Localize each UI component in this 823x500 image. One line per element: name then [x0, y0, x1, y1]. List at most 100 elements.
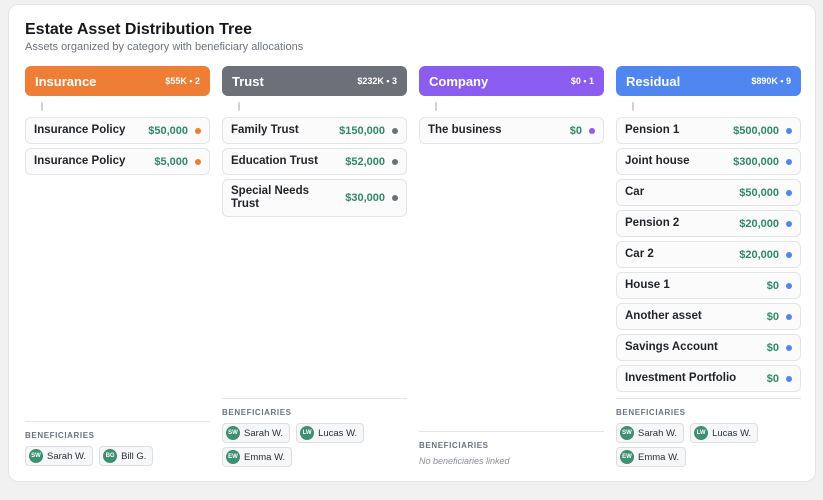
column-header-insurance[interactable]: Insurance $55K • 2	[25, 66, 210, 96]
asset-name: Car	[625, 186, 645, 198]
asset-name: Education Trust	[231, 155, 318, 167]
asset-item[interactable]: Pension 1 $500,000	[616, 117, 801, 144]
column-company: Company $0 • 1 The business $0 BENEFICIA…	[419, 66, 604, 471]
asset-name: Insurance Policy	[34, 155, 126, 167]
column-insurance: Insurance $55K • 2 Insurance Policy $50,…	[25, 66, 210, 471]
asset-item[interactable]: Special Needs Trust $30,000	[222, 179, 407, 217]
asset-item[interactable]: The business $0	[419, 117, 604, 144]
asset-list: The business $0	[419, 117, 604, 148]
beneficiaries-label: BENEFICIARIES	[222, 408, 292, 417]
asset-name: Insurance Policy	[34, 124, 126, 136]
avatar: SW	[620, 426, 634, 440]
category-dot-icon	[195, 127, 201, 134]
asset-item[interactable]: Another asset $0	[616, 303, 801, 330]
asset-item[interactable]: Family Trust $150,000	[222, 117, 407, 144]
avatar: LW	[300, 426, 315, 440]
asset-name: Family Trust	[231, 124, 299, 136]
asset-name: Pension 2	[625, 217, 680, 229]
avatar: SW	[226, 426, 240, 440]
beneficiary-chip[interactable]: LW Lucas W.	[296, 423, 365, 443]
beneficiary-name: Sarah W.	[47, 450, 87, 462]
asset-name: Car 2	[625, 248, 654, 260]
category-dot-icon	[786, 220, 792, 227]
beneficiary-name: Sarah W.	[244, 427, 284, 439]
category-dot-icon	[786, 344, 792, 351]
beneficiaries-section: BENEFICIARIES SW Sarah W. BG Bill G.	[25, 421, 210, 466]
beneficiary-chip[interactable]: LW Lucas W.	[690, 423, 759, 443]
asset-list: Pension 1 $500,000 Joint house $300,000 Ca…	[616, 117, 801, 396]
column-summary: $890K • 9	[751, 76, 791, 86]
asset-value: $500,000	[733, 124, 779, 137]
asset-name: The business	[428, 124, 502, 136]
asset-value: $5,000	[154, 155, 188, 168]
beneficiary-name: Lucas W.	[712, 427, 752, 439]
asset-name: Joint house	[625, 155, 690, 167]
avatar: EW	[620, 450, 634, 464]
asset-name: Special Needs Trust	[231, 185, 309, 210]
beneficiary-name: Sarah W.	[638, 427, 678, 439]
beneficiary-chip[interactable]: SW Sarah W.	[222, 423, 291, 443]
category-dot-icon	[786, 189, 792, 196]
no-beneficiaries-message: No beneficiaries linked	[419, 456, 510, 466]
column-name: Trust	[232, 73, 264, 89]
beneficiary-chip[interactable]: SW Sarah W.	[616, 423, 685, 443]
beneficiary-name: Bill G.	[121, 450, 147, 462]
asset-item[interactable]: Savings Account $0	[616, 334, 801, 361]
category-dot-icon	[392, 158, 398, 165]
asset-name: Investment Portfolio	[625, 372, 737, 384]
asset-value: $0	[766, 310, 779, 323]
category-dot-icon	[392, 127, 398, 134]
column-header-trust[interactable]: Trust $232K • 3	[222, 66, 407, 96]
asset-item[interactable]: Car 2 $20,000	[616, 241, 801, 268]
asset-item[interactable]: Insurance Policy $5,000	[25, 148, 210, 175]
asset-value: $50,000	[148, 124, 188, 137]
asset-list: Family Trust $150,000 Education Trust $5…	[222, 117, 407, 221]
beneficiary-chip[interactable]: BG Bill G.	[99, 446, 154, 466]
page-title: Estate Asset Distribution Tree	[25, 21, 253, 38]
page-subtitle: Assets organized by category with benefi…	[25, 41, 304, 53]
beneficiaries-section: BENEFICIARIES SW Sarah W. LW Lucas W. EW…	[616, 398, 801, 467]
asset-item[interactable]: Joint house $300,000	[616, 148, 801, 175]
column-name: Insurance	[35, 73, 97, 89]
asset-value: $20,000	[739, 248, 779, 261]
column-summary: $55K • 2	[165, 76, 200, 86]
asset-item[interactable]: Investment Portfolio $0	[616, 365, 801, 392]
tree-connector	[435, 102, 437, 111]
asset-name: Savings Account	[625, 341, 718, 353]
column-trust: Trust $232K • 3 Family Trust $150,000 Ed…	[222, 66, 407, 471]
asset-name: House 1	[625, 279, 670, 291]
beneficiaries-label: BENEFICIARIES	[25, 431, 95, 440]
asset-value: $50,000	[739, 186, 779, 199]
category-dot-icon	[786, 313, 792, 320]
asset-item[interactable]: Education Trust $52,000	[222, 148, 407, 175]
beneficiaries-label: BENEFICIARIES	[419, 441, 489, 450]
asset-name: Pension 1	[625, 124, 680, 136]
asset-value: $300,000	[733, 155, 779, 168]
avatar: BG	[103, 449, 118, 463]
beneficiary-chip[interactable]: EW Emma W.	[222, 447, 293, 467]
beneficiary-name: Emma W.	[244, 451, 286, 463]
category-dot-icon	[786, 127, 792, 134]
asset-value: $0	[569, 124, 582, 137]
category-dot-icon	[786, 282, 792, 289]
beneficiary-chip[interactable]: SW Sarah W.	[25, 446, 94, 466]
asset-list: Insurance Policy $50,000 Insurance Polic…	[25, 117, 210, 179]
asset-item[interactable]: Insurance Policy $50,000	[25, 117, 210, 144]
column-header-company[interactable]: Company $0 • 1	[419, 66, 604, 96]
avatar: LW	[694, 426, 709, 440]
category-dot-icon	[786, 251, 792, 258]
beneficiary-chip[interactable]: EW Emma W.	[616, 447, 687, 467]
tree-connector	[238, 102, 240, 111]
asset-item[interactable]: Car $50,000	[616, 179, 801, 206]
asset-value: $0	[766, 341, 779, 354]
avatar: EW	[226, 450, 240, 464]
asset-item[interactable]: Pension 2 $20,000	[616, 210, 801, 237]
asset-value: $52,000	[345, 155, 385, 168]
beneficiaries-label: BENEFICIARIES	[616, 408, 686, 417]
asset-item[interactable]: House 1 $0	[616, 272, 801, 299]
column-residual: Residual $890K • 9 Pension 1 $500,000 Joi…	[616, 66, 801, 471]
asset-value: $150,000	[339, 124, 385, 137]
asset-value: $20,000	[739, 217, 779, 230]
column-header-residual[interactable]: Residual $890K • 9	[616, 66, 801, 96]
beneficiary-name: Lucas W.	[318, 427, 358, 439]
